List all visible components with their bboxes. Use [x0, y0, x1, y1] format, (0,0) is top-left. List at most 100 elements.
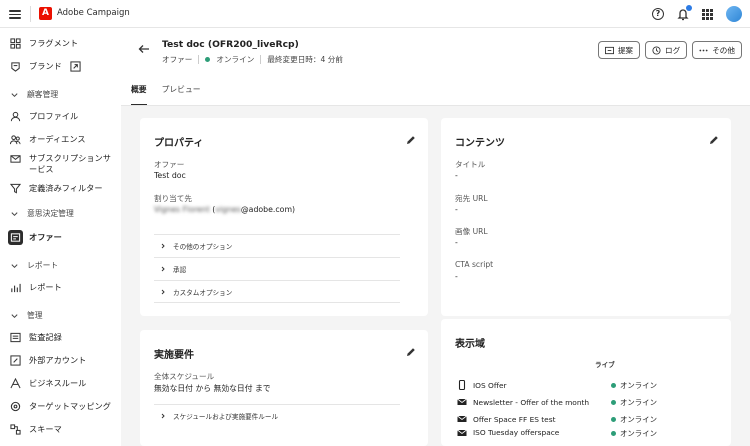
offer-type: オファー [162, 55, 193, 64]
avatar[interactable] [726, 6, 742, 22]
field-value: - [455, 238, 458, 247]
sidebar-item-brands[interactable]: ブランド [0, 55, 121, 77]
chevron-down-icon [11, 211, 18, 216]
sidebar-item-label: オーディエンス [29, 134, 86, 144]
help-icon[interactable]: ? [652, 8, 664, 20]
notifications-button[interactable] [677, 5, 692, 21]
propose-icon [604, 46, 614, 54]
surface-row[interactable]: IOS Offer オンライン [457, 377, 707, 393]
sidebar-item-label: ターゲットマッピング [29, 401, 111, 411]
online-status-dot [611, 416, 616, 422]
sidebar-item-target-mappings[interactable]: ターゲットマッピング [0, 395, 121, 417]
sidebar-item-audiences[interactable]: オーディエンス [0, 128, 121, 150]
accordion-custom-options[interactable]: カスタムオプション [154, 280, 400, 303]
field-label: 宛先 URL [455, 194, 488, 203]
assignee-name: Vignes Florent [154, 205, 210, 214]
surface-row[interactable]: Offer Space FF ES test オンライン [457, 411, 707, 427]
sidebar-item-profiles[interactable]: プロファイル [0, 105, 121, 127]
page-title: Test doc (OFR200_liveRcp) [162, 39, 299, 50]
accordion-label: カスタムオプション [173, 288, 233, 297]
open-external-icon[interactable] [70, 60, 81, 72]
history-icon [652, 45, 661, 55]
edit-icon[interactable] [406, 347, 416, 357]
sidebar-item-business-rules[interactable]: ビジネスルール [0, 372, 121, 394]
more-icon [699, 49, 708, 51]
sidebar-item-label: ブランド [29, 61, 62, 71]
chevron-down-icon [11, 313, 18, 318]
chevron-right-icon [161, 413, 165, 419]
section-label: レポート [27, 260, 59, 270]
status-text: オンライン [216, 55, 255, 64]
more-button[interactable]: その他 [692, 41, 742, 59]
tab-overview[interactable]: 概要 [131, 83, 147, 106]
surface-status: オンライン [611, 414, 657, 425]
last-modified: 最終変更日時：4 分前 [267, 55, 343, 64]
field-label: タイトル [455, 160, 486, 169]
eligibility-card: 実施要件 全体スケジュール 無効な日付 から 無効な日付 まで スケジュールおよ… [140, 330, 428, 446]
sidebar-item-fragments[interactable]: フラグメント [0, 32, 121, 54]
accordion-label: スケジュールおよび実施要件ルール [173, 413, 279, 421]
page-subtitle: オファー オンライン 最終変更日時：4 分前 [162, 54, 343, 65]
contents-card: コンテンツ タイトル - 宛先 URL - 画像 URL - CTA scrip… [441, 118, 731, 316]
sidebar-item-label: オファー [29, 232, 62, 242]
sidebar-item-label: フラグメント [29, 38, 79, 48]
section-label: 管理 [27, 310, 43, 320]
adobe-logo[interactable]: A [39, 7, 52, 20]
status-text: オンライン [620, 397, 657, 407]
menu-icon[interactable] [9, 8, 21, 20]
sidebar-item-offers[interactable]: オファー [0, 226, 121, 248]
accordion-schedule-rules[interactable]: スケジュールおよび実施要件ルール [154, 404, 400, 427]
field-label: CTA script [455, 260, 494, 269]
surface-name: Offer Space FF ES test [473, 414, 556, 424]
status-text: オンライン [620, 414, 657, 424]
surface-name: IOS Offer [473, 380, 507, 390]
label-line-1: サブスクリプションサ [29, 153, 111, 163]
surface-row[interactable]: ISO Tuesday offerspace オンライン [457, 428, 707, 439]
sidebar-item-subscription-services[interactable]: サブスクリプションサ ービス [0, 150, 121, 176]
apps-grid-icon[interactable] [702, 8, 713, 20]
header-actions: 提案 ログ その他 [597, 41, 742, 59]
sidebar-item-reports[interactable]: レポート [0, 276, 121, 298]
properties-card: プロパティ オファー Test doc 割り当て先 Vignes Florent… [140, 118, 428, 316]
surface-row[interactable]: Newsletter - Offer of the month オンライン [457, 394, 707, 410]
online-status-dot [611, 399, 616, 405]
fragment-icon [10, 37, 21, 49]
external-account-icon [10, 354, 21, 366]
app-title[interactable]: Adobe Campaign [57, 8, 130, 18]
online-status-dot [611, 431, 616, 436]
sidebar-section-decision-management[interactable]: 意思決定管理 [0, 204, 121, 222]
back-arrow-icon[interactable] [138, 43, 150, 55]
log-button[interactable]: ログ [645, 41, 688, 59]
divider [121, 105, 750, 106]
card-title: 実施要件 [154, 350, 194, 361]
assignee-value: Vignes Florent (vignes@adobe.com) [154, 205, 296, 214]
business-rule-icon [10, 377, 21, 389]
tab-preview[interactable]: プレビュー [162, 83, 201, 106]
field-label: 全体スケジュール [154, 372, 215, 381]
assignee-email-user: vignes [215, 205, 241, 214]
sidebar-item-label: サブスクリプションサ ービス [29, 153, 111, 175]
edit-icon[interactable] [406, 135, 416, 145]
online-status-dot [611, 382, 616, 388]
field-label: 画像 URL [455, 227, 488, 236]
chevron-right-icon [161, 243, 165, 249]
field-label: 割り当て先 [154, 194, 192, 203]
sidebar-section-reports[interactable]: レポート [0, 256, 121, 274]
audit-icon [10, 332, 21, 343]
sidebar-section-administration[interactable]: 管理 [0, 306, 121, 324]
sidebar-section-customer-management[interactable]: 顧客管理 [0, 85, 121, 103]
accordion-other-options[interactable]: その他のオプション [154, 234, 400, 257]
chevron-right-icon [161, 266, 165, 272]
top-bar: A Adobe Campaign ? [0, 0, 750, 28]
accordion-label: その他のオプション [173, 243, 233, 251]
edit-icon[interactable] [709, 135, 719, 145]
sidebar-item-label: プロファイル [29, 111, 79, 121]
sidebar-item-label: 外部アカウント [29, 355, 87, 365]
propose-button[interactable]: 提案 [597, 41, 641, 59]
sidebar-item-external-accounts[interactable]: 外部アカウント [0, 349, 121, 371]
sidebar-item-predefined-filters[interactable]: 定義済みフィルター [0, 177, 121, 199]
profile-icon [10, 111, 21, 122]
sidebar-item-schemas[interactable]: スキーマ [0, 418, 121, 440]
sidebar-item-audit-trail[interactable]: 監査記録 [0, 326, 121, 348]
accordion-approval[interactable]: 承認 [154, 257, 400, 280]
